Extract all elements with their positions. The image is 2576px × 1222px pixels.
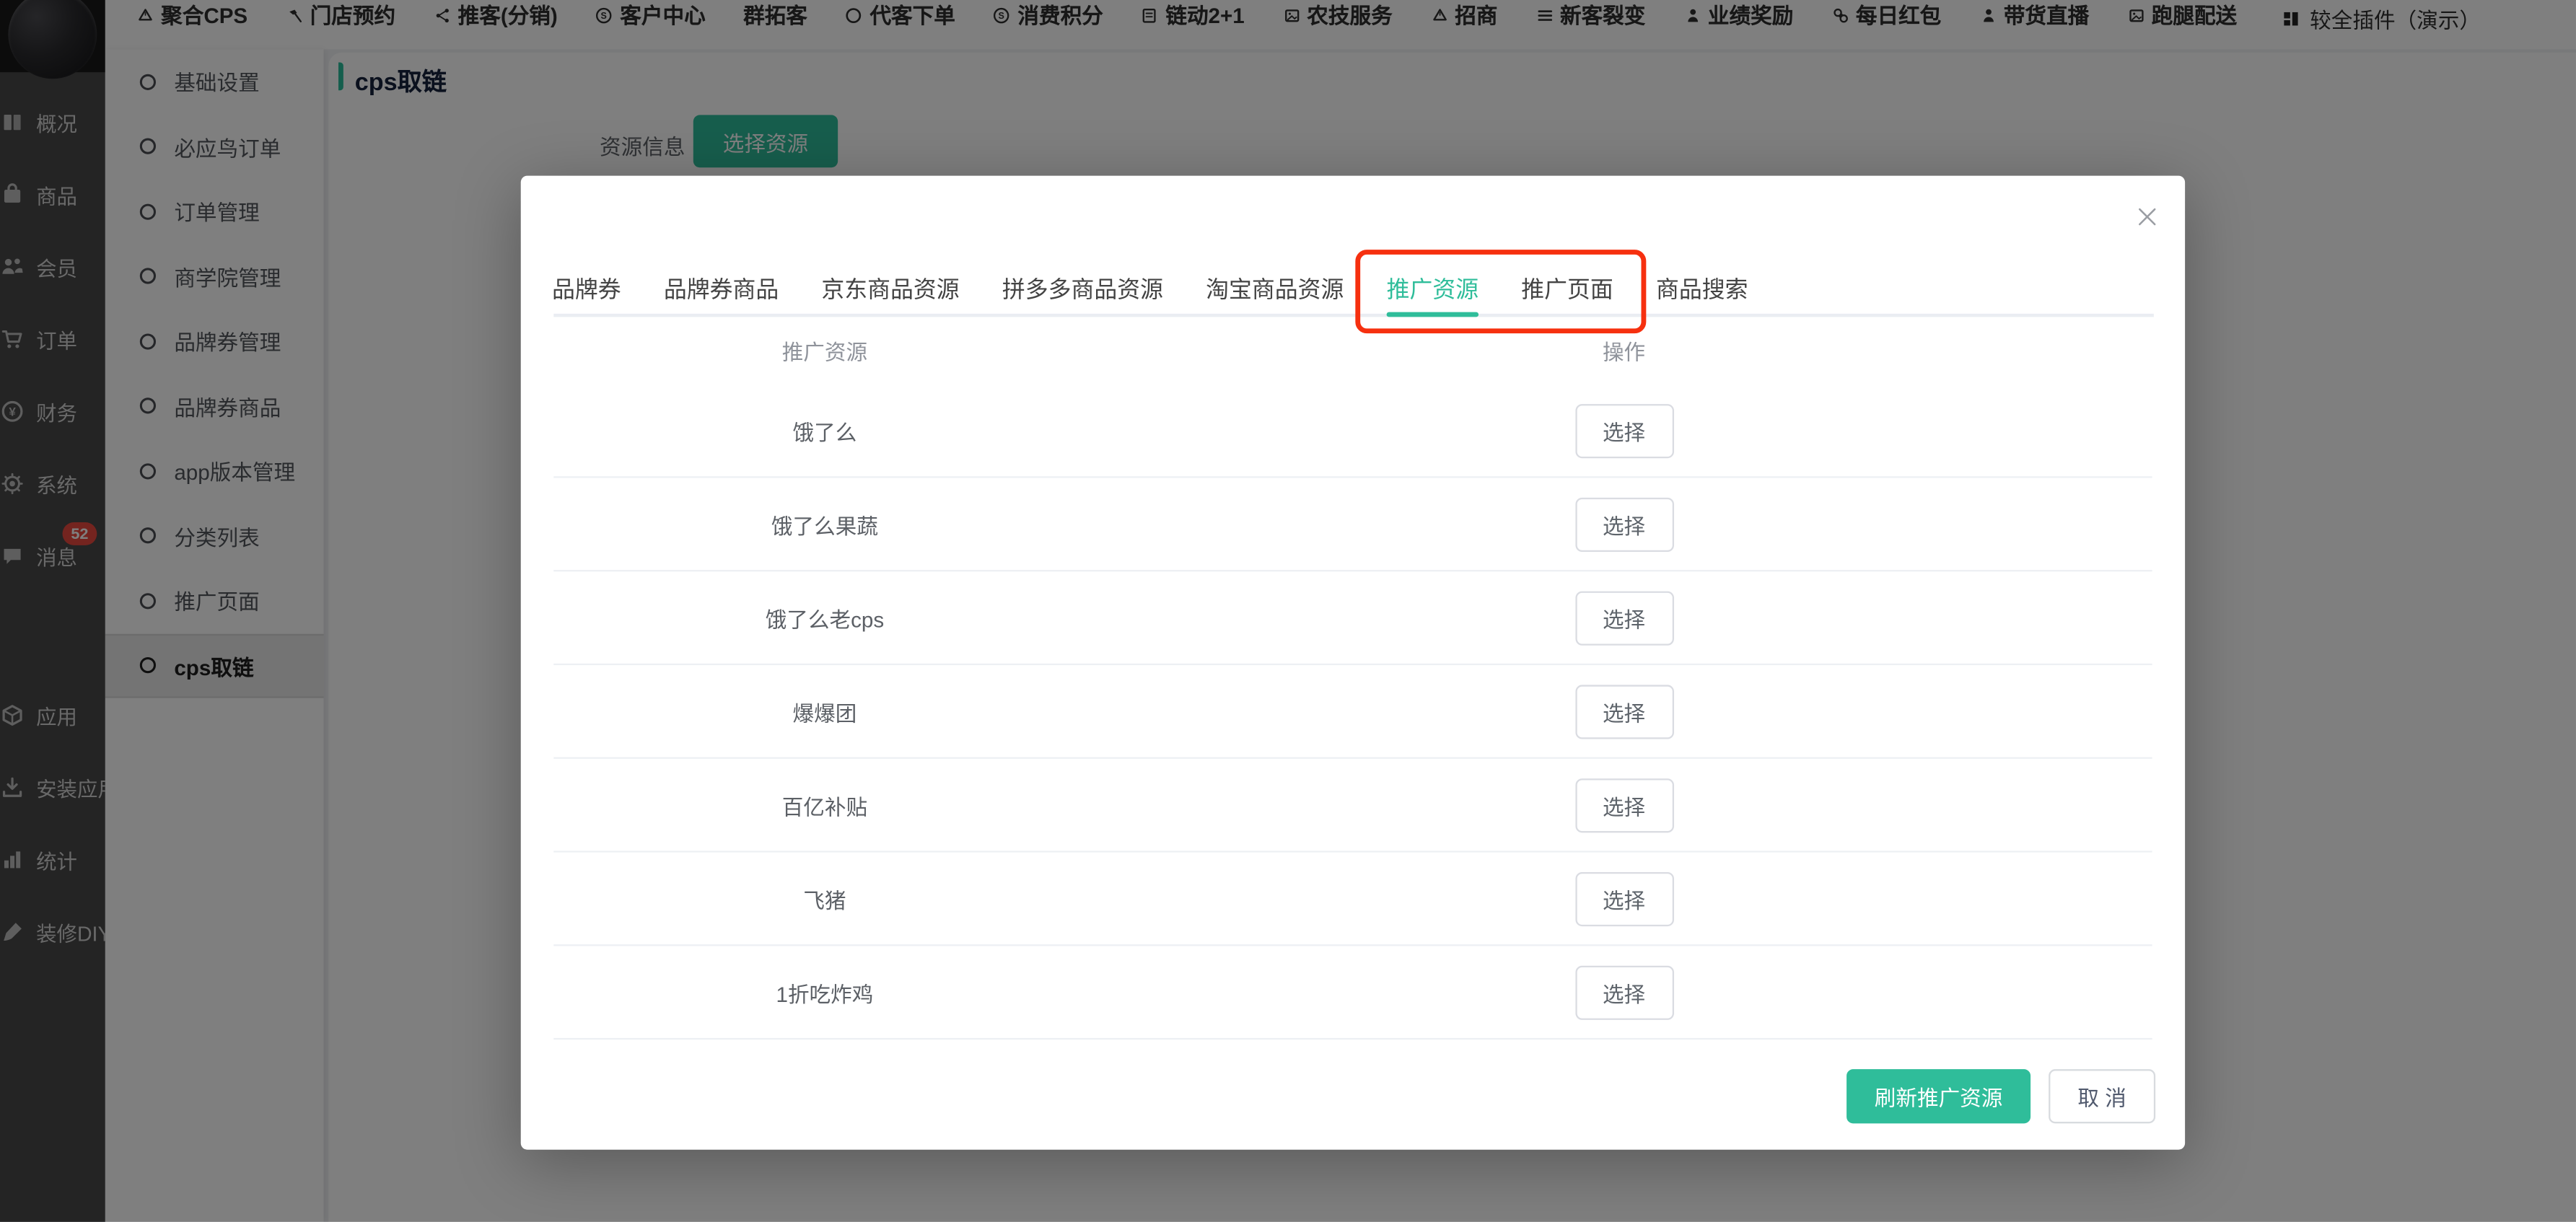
resource-name: 飞猪 (553, 883, 1095, 914)
modal-tab[interactable]: 推广页面 (1521, 273, 1613, 306)
select-button[interactable]: 选择 (1574, 591, 1673, 645)
modal-tab[interactable]: 商品搜索 (1656, 273, 1748, 306)
modal-tab[interactable]: 京东商品资源 (821, 273, 959, 306)
modal-tab-label: 推广资源 (1387, 276, 1478, 302)
modal-tab[interactable]: 品牌券 (552, 273, 621, 306)
select-button[interactable]: 选择 (1574, 497, 1673, 551)
table-header-resource: 推广资源 (553, 335, 1095, 366)
modal-tab[interactable]: 淘宝商品资源 (1206, 273, 1344, 306)
modal-tab-label: 商品搜索 (1656, 276, 1748, 302)
resource-name: 1折吃炸鸡 (553, 977, 1095, 1008)
table-header-action: 操作 (1096, 335, 2152, 366)
refresh-resources-button[interactable]: 刷新推广资源 (1846, 1069, 2030, 1123)
table-row: 爆爆团 选择 (553, 665, 2152, 759)
table-row: 飞猪 选择 (553, 853, 2152, 946)
modal-tab-label: 拼多多商品资源 (1002, 276, 1163, 302)
table-row: 百亿补贴 选择 (553, 759, 2152, 853)
resource-name: 饿了么果蔬 (553, 509, 1095, 540)
modal-tab-label: 京东商品资源 (821, 276, 959, 302)
app-window: 聚合CPS 门店预约 推客(分销) S 客户中心 群拓客 代客下单 (0, 0, 2576, 1222)
table-row: 饿了么 选择 (553, 384, 2152, 478)
table-header: 推广资源 操作 (553, 317, 2152, 384)
resource-name: 饿了么 (553, 415, 1095, 446)
tab-active-underline (1387, 312, 1478, 317)
modal-tab[interactable]: 拼多多商品资源 (1002, 273, 1163, 306)
resource-modal: 品牌券 品牌券商品 京东商品资源 拼多多商品资源 淘宝商品资源 推广资源 推广页… (521, 176, 2185, 1150)
modal-tabs: 品牌券 品牌券商品 京东商品资源 拼多多商品资源 淘宝商品资源 推广资源 推广页… (552, 273, 1748, 306)
select-button[interactable]: 选择 (1574, 965, 1673, 1019)
select-button[interactable]: 选择 (1574, 778, 1673, 832)
table-row: 饿了么老cps 选择 (553, 571, 2152, 665)
resource-name: 爆爆团 (553, 695, 1095, 726)
select-button[interactable]: 选择 (1574, 403, 1673, 457)
resource-name: 百亿补贴 (553, 789, 1095, 820)
select-button[interactable]: 选择 (1574, 684, 1673, 738)
modal-tab-label: 推广页面 (1521, 276, 1613, 302)
viewport: 聚合CPS 门店预约 推客(分销) S 客户中心 群拓客 代客下单 (0, 0, 2576, 1222)
table-row: 饿了么果蔬 选择 (553, 478, 2152, 572)
select-button[interactable]: 选择 (1574, 871, 1673, 926)
modal-tab[interactable]: 推广资源 (1387, 273, 1478, 306)
modal-tab-label: 淘宝商品资源 (1206, 276, 1344, 302)
modal-tab-label: 品牌券商品 (664, 276, 779, 302)
table-body: 饿了么 选择 饿了么果蔬 选择 饿了么老cps 选择 爆爆团 (553, 384, 2152, 1039)
close-icon[interactable] (2134, 203, 2160, 229)
modal-tab[interactable]: 品牌券商品 (664, 273, 779, 306)
cancel-button[interactable]: 取 消 (2049, 1069, 2155, 1123)
modal-tab-label: 品牌券 (552, 276, 621, 302)
table-row: 1折吃炸鸡 选择 (553, 946, 2152, 1039)
resource-name: 饿了么老cps (553, 602, 1095, 633)
